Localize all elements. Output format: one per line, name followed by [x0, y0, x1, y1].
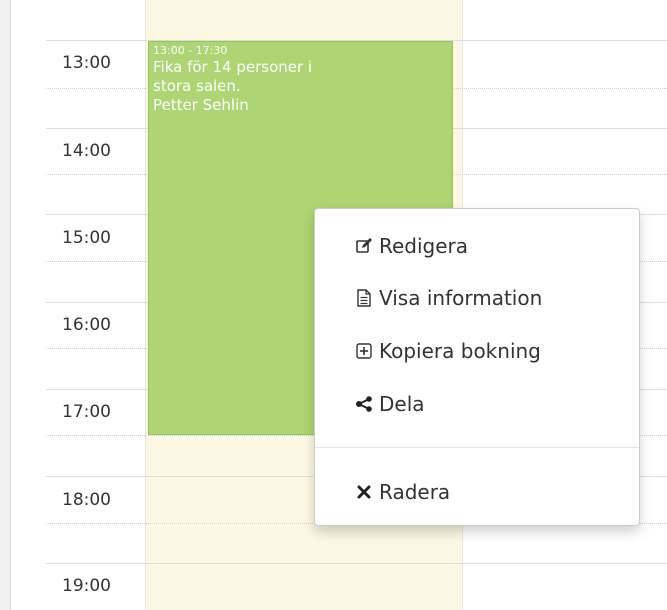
menu-item-label: Visa information — [379, 286, 543, 310]
event-title-line-2: stora salen. — [153, 77, 241, 95]
time-label-15: 15:00 — [62, 228, 111, 248]
menu-item-label: Radera — [379, 480, 451, 504]
menu-item-share[interactable]: Dela — [353, 389, 425, 419]
column-divider — [145, 0, 146, 610]
event-time: 13:00 - 17:30 — [153, 44, 228, 57]
context-menu: Redigera Visa information Kopiera boknin… — [314, 208, 640, 526]
left-gutter — [0, 0, 10, 610]
menu-item-label: Dela — [379, 392, 425, 416]
event-title-line-1: Fika för 14 personer i — [153, 58, 313, 76]
menu-item-label: Kopiera bokning — [379, 339, 541, 363]
menu-divider — [315, 447, 639, 448]
menu-item-copy-booking[interactable]: Kopiera bokning — [353, 336, 541, 366]
close-icon — [353, 481, 375, 503]
time-label-13: 13:00 — [62, 53, 111, 73]
edit-icon — [353, 235, 375, 257]
file-text-icon — [353, 287, 375, 309]
time-label-18: 18:00 — [62, 490, 111, 510]
menu-item-view-info[interactable]: Visa information — [353, 283, 542, 313]
hour-line — [46, 563, 667, 564]
event-organizer: Petter Sehlin — [153, 96, 249, 114]
menu-item-label: Redigera — [379, 234, 469, 258]
plus-square-icon — [353, 340, 375, 362]
menu-item-edit[interactable]: Redigera — [353, 231, 468, 261]
time-label-16: 16:00 — [62, 315, 111, 335]
menu-item-delete[interactable]: Radera — [353, 477, 450, 507]
time-label-14: 14:00 — [62, 141, 111, 161]
time-label-17: 17:00 — [62, 402, 111, 422]
share-icon — [353, 393, 375, 415]
gutter-border — [10, 0, 11, 610]
time-label-19: 19:00 — [62, 576, 111, 596]
